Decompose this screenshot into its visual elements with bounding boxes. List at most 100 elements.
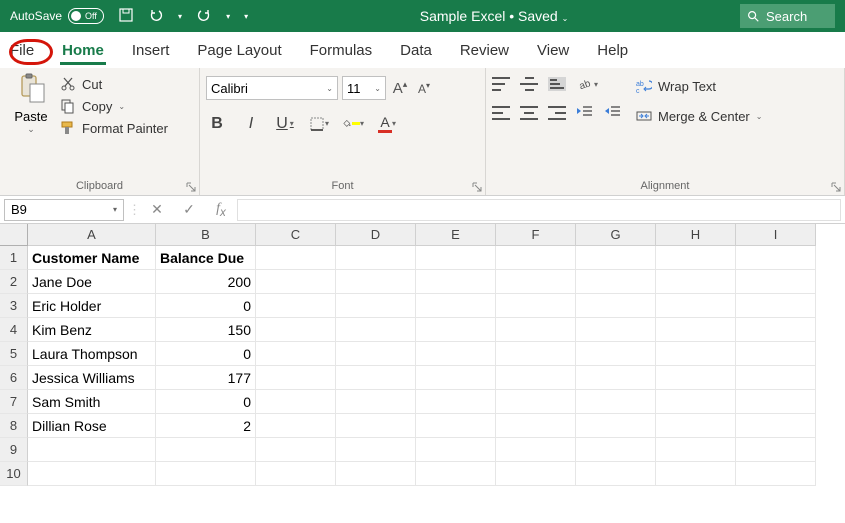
fill-color-button[interactable]: ▾ bbox=[342, 117, 364, 131]
column-header-F[interactable]: F bbox=[496, 224, 576, 246]
cell-D1[interactable] bbox=[336, 246, 416, 270]
insert-function-button[interactable]: fx bbox=[209, 201, 233, 219]
cell-H6[interactable] bbox=[656, 366, 736, 390]
row-header-8[interactable]: 8 bbox=[0, 414, 28, 438]
cell-H8[interactable] bbox=[656, 414, 736, 438]
cell-E7[interactable] bbox=[416, 390, 496, 414]
cell-E3[interactable] bbox=[416, 294, 496, 318]
dialog-launcher-icon[interactable] bbox=[471, 181, 483, 193]
cell-I10[interactable] bbox=[736, 462, 816, 486]
column-header-D[interactable]: D bbox=[336, 224, 416, 246]
cell-G7[interactable] bbox=[576, 390, 656, 414]
cell-E2[interactable] bbox=[416, 270, 496, 294]
cell-E9[interactable] bbox=[416, 438, 496, 462]
cell-D5[interactable] bbox=[336, 342, 416, 366]
formula-input[interactable] bbox=[237, 199, 841, 221]
row-header-7[interactable]: 7 bbox=[0, 390, 28, 414]
cell-B10[interactable] bbox=[156, 462, 256, 486]
cell-F2[interactable] bbox=[496, 270, 576, 294]
cell-I2[interactable] bbox=[736, 270, 816, 294]
row-header-4[interactable]: 4 bbox=[0, 318, 28, 342]
search-box[interactable]: Search bbox=[740, 4, 835, 28]
tab-data[interactable]: Data bbox=[398, 36, 434, 65]
cell-D10[interactable] bbox=[336, 462, 416, 486]
cell-B9[interactable] bbox=[156, 438, 256, 462]
cell-A5[interactable]: Laura Thompson bbox=[28, 342, 156, 366]
cell-I8[interactable] bbox=[736, 414, 816, 438]
cell-F4[interactable] bbox=[496, 318, 576, 342]
cell-C6[interactable] bbox=[256, 366, 336, 390]
font-name-select[interactable]: Calibri⌄ bbox=[206, 76, 338, 100]
tab-page-layout[interactable]: Page Layout bbox=[195, 36, 283, 65]
cell-F5[interactable] bbox=[496, 342, 576, 366]
cell-G10[interactable] bbox=[576, 462, 656, 486]
cell-D2[interactable] bbox=[336, 270, 416, 294]
cell-E5[interactable] bbox=[416, 342, 496, 366]
cell-I1[interactable] bbox=[736, 246, 816, 270]
undo-icon[interactable] bbox=[148, 7, 164, 26]
row-header-2[interactable]: 2 bbox=[0, 270, 28, 294]
cell-H1[interactable] bbox=[656, 246, 736, 270]
cell-F3[interactable] bbox=[496, 294, 576, 318]
row-header-5[interactable]: 5 bbox=[0, 342, 28, 366]
column-header-G[interactable]: G bbox=[576, 224, 656, 246]
bold-button[interactable]: B bbox=[206, 115, 228, 133]
decrease-font-size-button[interactable]: A▾ bbox=[414, 81, 434, 96]
cell-A2[interactable]: Jane Doe bbox=[28, 270, 156, 294]
cell-F10[interactable] bbox=[496, 462, 576, 486]
underline-button[interactable]: U▾ bbox=[274, 115, 296, 133]
row-header-10[interactable]: 10 bbox=[0, 462, 28, 486]
cell-B3[interactable]: 0 bbox=[156, 294, 256, 318]
cell-H2[interactable] bbox=[656, 270, 736, 294]
cell-H9[interactable] bbox=[656, 438, 736, 462]
cell-A3[interactable]: Eric Holder bbox=[28, 294, 156, 318]
cell-C4[interactable] bbox=[256, 318, 336, 342]
save-icon[interactable] bbox=[118, 7, 134, 26]
tab-review[interactable]: Review bbox=[458, 36, 511, 65]
cell-F9[interactable] bbox=[496, 438, 576, 462]
cell-D3[interactable] bbox=[336, 294, 416, 318]
cell-H10[interactable] bbox=[656, 462, 736, 486]
cell-A8[interactable]: Dillian Rose bbox=[28, 414, 156, 438]
row-header-3[interactable]: 3 bbox=[0, 294, 28, 318]
cell-G4[interactable] bbox=[576, 318, 656, 342]
select-all-corner[interactable] bbox=[0, 224, 28, 246]
cell-H3[interactable] bbox=[656, 294, 736, 318]
copy-button[interactable]: Copy ⌄ bbox=[60, 98, 168, 114]
cell-I4[interactable] bbox=[736, 318, 816, 342]
borders-button[interactable]: ▾ bbox=[308, 116, 330, 132]
tab-formulas[interactable]: Formulas bbox=[308, 36, 375, 65]
increase-font-size-button[interactable]: A▴ bbox=[390, 79, 410, 97]
tab-file[interactable]: File bbox=[8, 36, 36, 65]
cell-C1[interactable] bbox=[256, 246, 336, 270]
spreadsheet-grid[interactable]: ABCDEFGHI1Customer NameBalance Due2Jane … bbox=[0, 224, 845, 486]
align-center-button[interactable] bbox=[520, 106, 538, 120]
cell-E4[interactable] bbox=[416, 318, 496, 342]
name-box[interactable]: B9 ▾ bbox=[4, 199, 124, 221]
cell-E1[interactable] bbox=[416, 246, 496, 270]
enter-formula-button[interactable]: ✓ bbox=[177, 201, 201, 218]
cell-B1[interactable]: Balance Due bbox=[156, 246, 256, 270]
cell-B8[interactable]: 2 bbox=[156, 414, 256, 438]
column-header-E[interactable]: E bbox=[416, 224, 496, 246]
cell-A1[interactable]: Customer Name bbox=[28, 246, 156, 270]
tab-insert[interactable]: Insert bbox=[130, 36, 172, 65]
cell-C8[interactable] bbox=[256, 414, 336, 438]
cell-C9[interactable] bbox=[256, 438, 336, 462]
align-middle-button[interactable] bbox=[520, 77, 538, 91]
cell-G6[interactable] bbox=[576, 366, 656, 390]
column-header-I[interactable]: I bbox=[736, 224, 816, 246]
cell-H7[interactable] bbox=[656, 390, 736, 414]
cell-D8[interactable] bbox=[336, 414, 416, 438]
cell-F7[interactable] bbox=[496, 390, 576, 414]
cell-G5[interactable] bbox=[576, 342, 656, 366]
align-right-button[interactable] bbox=[548, 106, 566, 120]
cell-G1[interactable] bbox=[576, 246, 656, 270]
cell-C7[interactable] bbox=[256, 390, 336, 414]
tab-home[interactable]: Home bbox=[60, 36, 106, 65]
merge-center-button[interactable]: Merge & Center ⌄ bbox=[636, 108, 762, 124]
paste-button[interactable]: Paste ⌄ bbox=[6, 72, 56, 135]
row-header-9[interactable]: 9 bbox=[0, 438, 28, 462]
cancel-formula-button[interactable]: ✕ bbox=[145, 201, 169, 218]
cell-I3[interactable] bbox=[736, 294, 816, 318]
